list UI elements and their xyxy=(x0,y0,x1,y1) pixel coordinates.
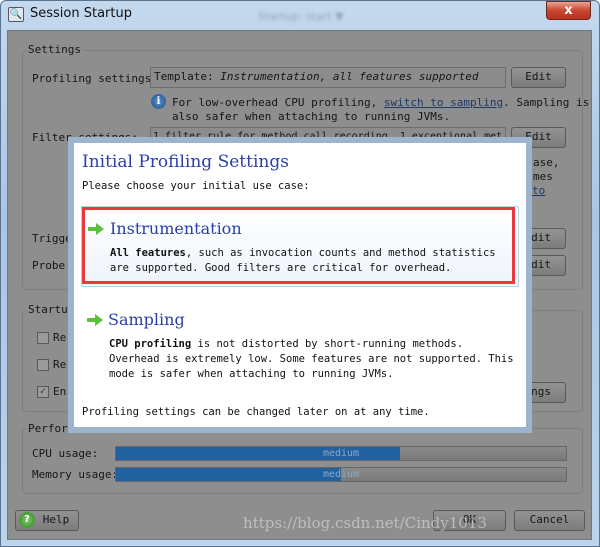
option-title: Instrumentation xyxy=(110,219,242,238)
partial-text-2: mes xyxy=(533,170,553,183)
background-title: Startup: start ▼ xyxy=(258,10,344,23)
probe-settings-label: Probe xyxy=(32,259,66,272)
option-text: , such as invocation counts and method s… xyxy=(185,247,496,259)
startup-option-1: Re xyxy=(53,331,67,344)
info-line-1: For low-overhead CPU profiling, switch t… xyxy=(172,96,589,109)
option-instrumentation[interactable]: Instrumentation All features, such as in… xyxy=(81,206,519,287)
startup-option-2: Re xyxy=(53,358,67,371)
cancel-button[interactable]: Cancel xyxy=(514,510,585,531)
memory-usage-label: Memory usage: xyxy=(32,468,119,481)
arrow-right-icon xyxy=(87,314,103,326)
option-description-2: Overhead is extremely low. Some features… xyxy=(109,353,514,365)
startup-checkbox-2[interactable] xyxy=(37,359,49,371)
performance-group xyxy=(22,428,583,494)
trigger-settings-label: Trigge xyxy=(32,232,72,245)
option-description-2: are supported. Good filters are critical… xyxy=(110,262,452,274)
profiling-settings-field[interactable]: Template: Instrumentation, all features … xyxy=(150,67,506,88)
dialog-body: Initial Profiling Settings Please choose… xyxy=(74,143,526,427)
startup-option-3: En xyxy=(53,385,67,398)
info-icon: i xyxy=(151,94,166,109)
window-title: Session Startup xyxy=(30,6,132,21)
option-description-1: CPU profiling is not distorted by short-… xyxy=(109,337,463,352)
info-text: For low-overhead CPU profiling, xyxy=(172,96,384,109)
startup-checkbox-3[interactable]: ✓ xyxy=(37,386,49,398)
info-line-2: also safer when attaching to running JVM… xyxy=(172,110,451,123)
option-description-3: mode is safer when attaching to running … xyxy=(109,368,394,380)
dialog-title: Initial Profiling Settings xyxy=(82,152,289,172)
option-bold: All features xyxy=(110,247,186,259)
memory-usage-value: medium xyxy=(322,469,360,480)
profiling-template: Instrumentation, all features supported xyxy=(220,70,479,83)
option-sampling[interactable]: Sampling CPU profiling is not distorted … xyxy=(81,306,519,386)
switch-to-sampling-link[interactable]: switch to sampling xyxy=(384,96,503,109)
watermark: https://blog.csdn.net/Cindy1013 xyxy=(243,514,487,532)
partial-link[interactable]: to xyxy=(532,184,545,197)
help-button[interactable]: ? Help xyxy=(15,510,79,531)
memory-usage-bar: medium xyxy=(115,467,567,482)
app-icon: 🔍 xyxy=(8,7,24,22)
option-description-1: All features, such as invocation counts … xyxy=(110,246,496,261)
option-title: Sampling xyxy=(108,310,185,329)
option-bold: CPU profiling xyxy=(109,338,192,350)
dialog-footer-note: Profiling settings can be changed later … xyxy=(82,406,430,418)
close-button[interactable]: x xyxy=(546,1,591,20)
profiling-prefix: Template: xyxy=(154,70,221,83)
profiling-settings-label: Profiling settings: xyxy=(32,72,158,85)
cpu-usage-bar: medium xyxy=(115,446,567,461)
arrow-right-icon xyxy=(88,223,104,235)
settings-group-label: Settings xyxy=(26,43,83,56)
startup-checkbox-1[interactable] xyxy=(37,332,49,344)
cpu-usage-label: CPU usage: xyxy=(32,447,99,460)
help-icon: ? xyxy=(19,512,35,528)
partial-text-1: ase, xyxy=(533,156,560,169)
cpu-usage-value: medium xyxy=(322,448,360,459)
info-text-after: . Sampling is xyxy=(503,96,590,109)
edit-profiling-button[interactable]: Edit xyxy=(511,67,566,88)
help-label: Help xyxy=(42,513,70,526)
option-text: is not distorted by short-running method… xyxy=(191,338,464,350)
dialog-prompt: Please choose your initial use case: xyxy=(82,180,310,192)
initial-profiling-dialog: Initial Profiling Settings Please choose… xyxy=(68,137,532,433)
